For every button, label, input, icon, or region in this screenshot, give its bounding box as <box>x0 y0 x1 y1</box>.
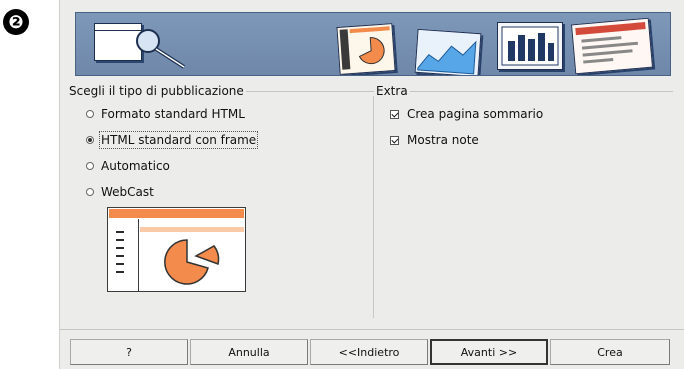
radio-label: Automatico <box>101 159 170 173</box>
cancel-button[interactable]: Annulla <box>190 339 308 365</box>
magnifier-icon <box>136 29 186 69</box>
radio-button-icon[interactable] <box>86 162 94 170</box>
help-button[interactable]: ? <box>70 339 188 365</box>
radio-formato-standard-html[interactable]: Formato standard HTML <box>86 107 245 121</box>
checkbox-checked-icon[interactable] <box>390 109 399 119</box>
back-button[interactable]: <<Indietro <box>310 339 428 365</box>
layout-preview-image <box>107 207 246 292</box>
next-button[interactable]: Avanti >> <box>430 339 548 365</box>
create-button[interactable]: Crea <box>550 339 670 365</box>
checkbox-checked-icon[interactable] <box>390 135 399 145</box>
radio-button-selected-icon[interactable] <box>86 136 94 144</box>
publication-type-heading: Scegli il tipo di pubblicazione <box>67 84 246 98</box>
pie-chart-icon <box>164 239 220 285</box>
checkbox-crea-pagina-sommario[interactable]: Crea pagina sommario <box>390 107 543 121</box>
slide-thumbnail-pie-icon <box>336 23 396 75</box>
step-number-badge: ❷ <box>3 9 29 35</box>
web-export-wizard-dialog: Scegli il tipo di pubblicazione Formato … <box>59 0 684 369</box>
radio-button-icon[interactable] <box>86 110 94 118</box>
checkbox-label: Mostra note <box>407 133 479 147</box>
checkbox-label: Crea pagina sommario <box>407 107 544 121</box>
radio-button-icon[interactable] <box>86 188 94 196</box>
radio-html-standard-con-frame[interactable]: HTML standard con frame <box>86 131 259 149</box>
wizard-banner-image <box>75 12 671 76</box>
radio-label: HTML standard con frame <box>98 131 259 149</box>
radio-automatico[interactable]: Automatico <box>86 159 170 173</box>
radio-webcast[interactable]: WebCast <box>86 185 154 199</box>
radio-label: WebCast <box>101 185 154 199</box>
slide-thumbnail-area-chart-icon <box>414 28 482 75</box>
slide-thumbnail-bar-chart-icon <box>497 22 563 70</box>
extra-heading: Extra <box>374 84 410 98</box>
checkbox-mostra-note[interactable]: Mostra note <box>390 133 479 147</box>
radio-label: Formato standard HTML <box>101 107 245 121</box>
column-divider <box>373 96 374 318</box>
extra-group-line <box>373 91 673 92</box>
slide-thumbnail-text-icon <box>570 17 654 75</box>
button-bar-separator <box>60 329 684 330</box>
